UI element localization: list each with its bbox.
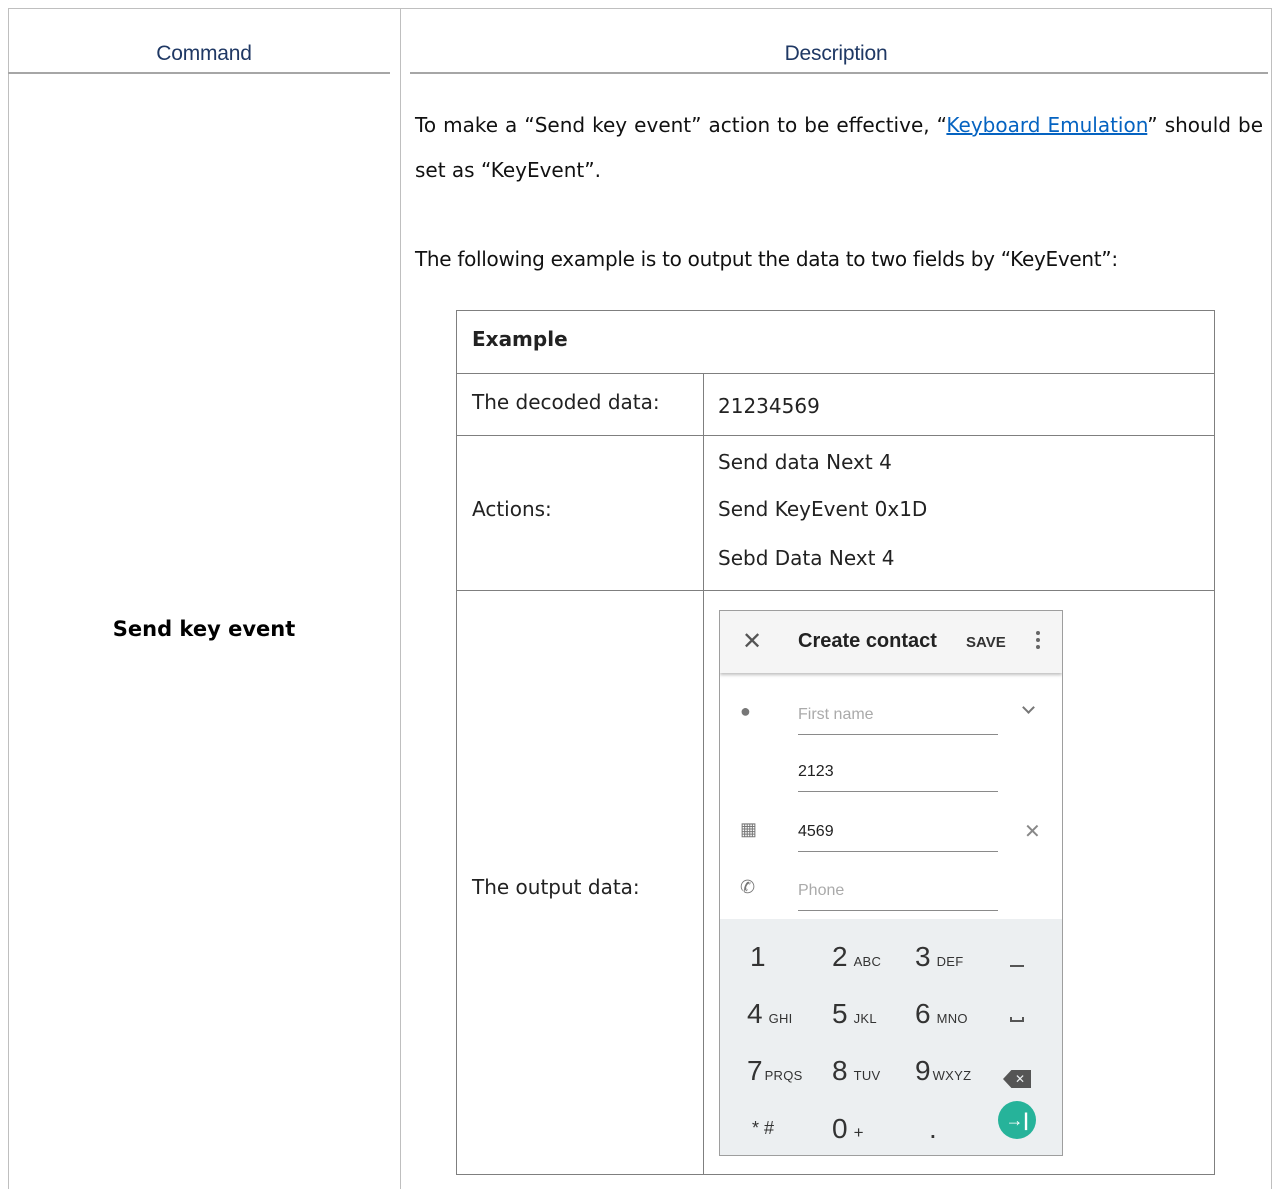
minus-icon[interactable] — [1010, 965, 1024, 967]
key-9[interactable]: 9 WXYZ — [915, 1055, 971, 1087]
column-header-command: Command — [156, 42, 252, 65]
example-title: Example — [472, 327, 568, 351]
decoded-data-label: The decoded data: — [472, 390, 660, 414]
command-name: Send key event — [112, 617, 296, 641]
person-icon: ● — [740, 701, 751, 721]
action-line: Send KeyEvent 0x1D — [718, 497, 928, 521]
output-data-label: The output data: — [472, 875, 640, 899]
field-value[interactable]: 4569 — [798, 823, 834, 841]
phone-title: Create contact — [798, 630, 937, 652]
field-underline — [798, 791, 998, 792]
action-line: Send data Next 4 — [718, 450, 892, 474]
key-4[interactable]: 4 GHI — [747, 998, 793, 1030]
key-2[interactable]: 2 ABC — [832, 941, 881, 973]
phone-screenshot: ✕ Create contact SAVE ● First name 2123 … — [719, 610, 1063, 1156]
dial-keypad: 1 2 ABC 3 DEF 4 GHI 5 JKL 6 MNO 7 PRQS 8 TUV 9W… — [720, 919, 1062, 1155]
clear-icon[interactable]: ✕ — [1024, 819, 1041, 844]
more-vert-icon[interactable] — [1036, 631, 1040, 652]
first-name-field[interactable]: First name — [798, 706, 874, 724]
close-icon[interactable]: ✕ — [742, 627, 762, 656]
key-7[interactable]: 7 PRQS — [747, 1055, 803, 1087]
table-border-left — [8, 8, 9, 1189]
example-row-divider — [457, 373, 1214, 374]
field-underline — [798, 851, 998, 852]
keyboard-emulation-link[interactable]: Keyboard Emulation — [946, 113, 1147, 137]
phone-icon: ✆ — [740, 877, 756, 897]
table-border-top — [8, 8, 1272, 9]
key-star-hash[interactable]: * # — [752, 1118, 774, 1139]
key-5[interactable]: 5 JKL — [832, 998, 877, 1030]
field-underline — [798, 910, 998, 911]
space-icon[interactable] — [1010, 1017, 1024, 1022]
column-header-description: Description — [784, 42, 888, 65]
key-1[interactable]: 1 — [750, 941, 766, 973]
save-button[interactable]: SAVE — [966, 634, 1006, 651]
description-text: To make a “Send key event” action to be … — [415, 113, 947, 137]
phone-field[interactable]: Phone — [798, 882, 844, 900]
action-line: Sebd Data Next 4 — [718, 546, 895, 570]
actions-label: Actions: — [472, 497, 552, 521]
next-field-icon[interactable]: →| — [998, 1101, 1036, 1139]
field-underline — [798, 734, 998, 735]
example-column-divider — [703, 373, 704, 1174]
key-0[interactable]: 0 + — [832, 1113, 864, 1145]
header-rule-right — [410, 72, 1268, 74]
table-border-right — [1271, 8, 1272, 1189]
description-paragraph-2: The following example is to output the d… — [415, 237, 1263, 282]
key-8[interactable]: 8 TUV — [832, 1055, 880, 1087]
description-text: The following example is to output the d… — [415, 247, 1118, 271]
phone-toolbar: ✕ Create contact SAVE — [720, 611, 1062, 673]
description-paragraph-1: To make a “Send key event” action to be … — [415, 103, 1263, 193]
field-value[interactable]: 2123 — [798, 763, 834, 781]
chevron-down-icon[interactable] — [1022, 701, 1035, 714]
key-dot[interactable]: . — [929, 1113, 937, 1145]
decoded-data-value: 21234569 — [718, 394, 820, 418]
key-3[interactable]: 3 DEF — [915, 941, 963, 973]
example-row-divider — [457, 590, 1214, 591]
header-rule-left — [8, 72, 390, 74]
table-border-middle — [400, 8, 401, 1189]
key-6[interactable]: 6 MNO — [915, 998, 968, 1030]
backspace-icon[interactable]: ✕ — [1003, 1070, 1031, 1088]
building-icon: ▦ — [740, 819, 758, 839]
example-row-divider — [457, 435, 1214, 436]
